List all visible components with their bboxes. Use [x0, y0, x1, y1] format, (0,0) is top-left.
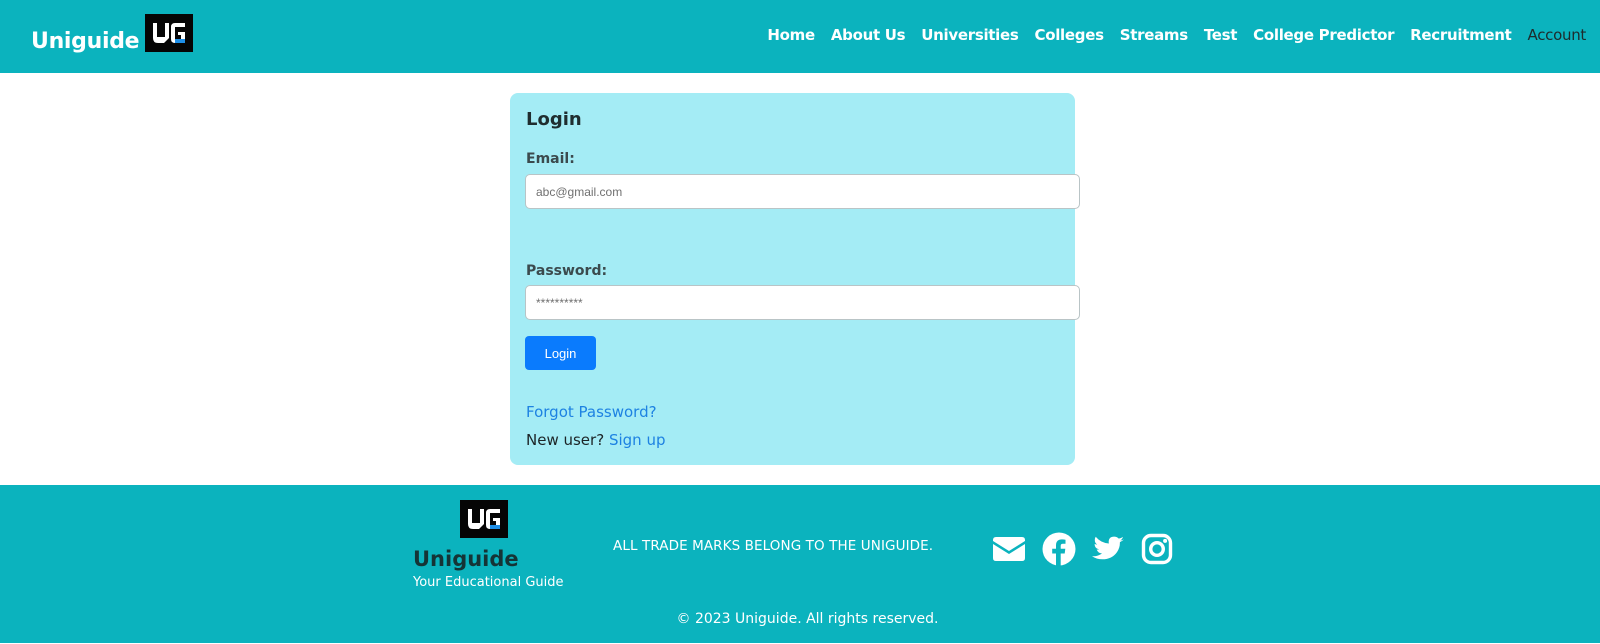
nav-test[interactable]: Test — [1204, 26, 1238, 44]
new-user-text: New user? Sign up — [526, 431, 665, 449]
main-nav: Home About Us Universities Colleges Stre… — [751, 26, 1586, 44]
email-label: Email: — [526, 151, 575, 167]
instagram-icon[interactable] — [1140, 532, 1174, 566]
mail-icon[interactable] — [992, 532, 1026, 566]
password-label: Password: — [526, 263, 608, 279]
footer-tagline: Your Educational Guide — [413, 575, 564, 590]
twitter-icon[interactable] — [1091, 532, 1125, 566]
nav-college-predictor[interactable]: College Predictor — [1253, 26, 1394, 44]
nav-colleges[interactable]: Colleges — [1035, 26, 1105, 44]
copyright-text: © 2023 Uniguide. All rights reserved. — [676, 611, 939, 627]
facebook-icon[interactable] — [1042, 532, 1076, 566]
footer-uniguide-logo — [460, 500, 508, 538]
footer-brand: Uniguide — [413, 547, 519, 571]
new-user-label: New user? — [526, 431, 605, 449]
password-field[interactable] — [525, 285, 1080, 320]
login-button[interactable]: Login — [525, 336, 596, 370]
nav-account[interactable]: Account — [1528, 26, 1587, 44]
nav-recruitment[interactable]: Recruitment — [1410, 26, 1512, 44]
nav-home[interactable]: Home — [767, 26, 815, 44]
nav-about-us[interactable]: About Us — [831, 26, 906, 44]
sign-up-link[interactable]: Sign up — [609, 431, 666, 449]
nav-universities[interactable]: Universities — [921, 26, 1019, 44]
top-navbar: Uniguide Home About Us Universities Coll… — [0, 0, 1600, 73]
nav-streams[interactable]: Streams — [1120, 26, 1188, 44]
trademark-notice: ALL TRADE MARKS BELONG TO THE UNIGUIDE. — [613, 538, 934, 554]
forgot-password-link[interactable]: Forgot Password? — [526, 403, 657, 421]
email-field[interactable] — [525, 174, 1080, 209]
login-title: Login — [526, 109, 582, 130]
brand-name[interactable]: Uniguide — [31, 29, 140, 54]
login-card: Login Email: Password: Login Forgot Pass… — [510, 93, 1080, 465]
uniguide-logo[interactable] — [145, 14, 193, 52]
footer: Uniguide Your Educational Guide ALL TRAD… — [0, 485, 1600, 643]
